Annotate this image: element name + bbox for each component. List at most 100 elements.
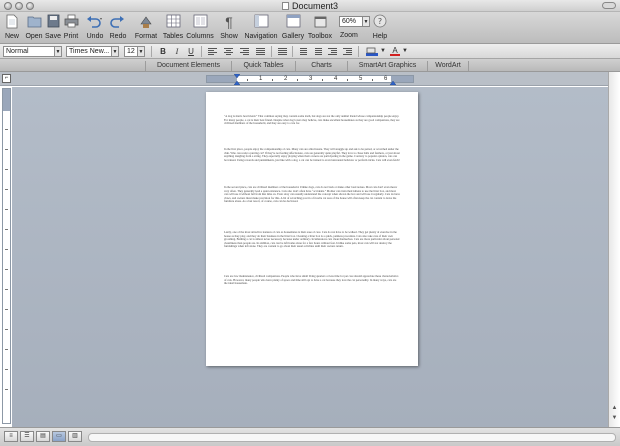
document-paragraph[interactable]: In the second place, cats are civilized … (224, 186, 400, 226)
ruler-tick (272, 79, 273, 81)
zoom-dropdown-arrow[interactable]: ▼ (363, 16, 370, 27)
font-select[interactable]: Times New... (66, 46, 112, 57)
undo-button[interactable]: Undo (84, 14, 106, 42)
printer-icon (62, 14, 80, 31)
justify-button[interactable] (256, 48, 265, 55)
toolbox-button[interactable]: Toolbox (306, 14, 334, 42)
bulleted-list-button[interactable] (298, 48, 307, 55)
print-button[interactable]: Print (62, 14, 80, 42)
toolbox-icon (306, 14, 334, 31)
separator (151, 46, 152, 57)
horizontal-scrollbar[interactable] (88, 433, 616, 442)
tables-button[interactable]: Tables (162, 14, 184, 42)
borders-button[interactable] (366, 47, 378, 56)
pilcrow-icon: ¶ (225, 14, 233, 30)
tab-smartart-graphics[interactable]: SmartArt Graphics (347, 61, 427, 71)
navigation-button[interactable]: Navigation (243, 14, 279, 42)
style-dropdown-arrow[interactable]: ▼ (55, 46, 62, 57)
gallery-label: Gallery (281, 33, 305, 40)
ruler-tick (297, 79, 298, 81)
help-button[interactable]: ? Help (371, 14, 389, 42)
bold-button[interactable]: B (158, 47, 168, 56)
ruler-number: 4 (334, 76, 338, 82)
left-margin-shade (207, 76, 237, 82)
numbered-list-button[interactable] (313, 48, 322, 55)
scroll-up-arrow[interactable]: ▲ (610, 404, 619, 413)
redo-label: Redo (109, 33, 127, 40)
notebook-view-button[interactable]: ▥ (68, 431, 82, 442)
style-select[interactable]: Normal (3, 46, 55, 57)
new-button[interactable]: New (3, 14, 21, 42)
open-button[interactable]: Open (25, 14, 43, 42)
ruler-tick (247, 79, 248, 81)
save-button[interactable]: Save (44, 14, 62, 42)
redo-button[interactable]: Redo (107, 14, 129, 42)
tab-charts[interactable]: Charts (295, 61, 347, 71)
show-button[interactable]: ¶ Show (219, 14, 239, 42)
borders-dropdown-arrow[interactable]: ▼ (378, 47, 388, 56)
draft-view-button[interactable]: ≡ (4, 431, 18, 442)
document-page[interactable]: “A dog is man's best friend.” That commo… (206, 92, 418, 366)
tab-quick-tables[interactable]: Quick Tables (231, 61, 295, 71)
font-color-button[interactable]: A (390, 47, 400, 56)
outline-view-button[interactable]: ☰ (20, 431, 34, 442)
ruler-tick (347, 79, 348, 81)
font-size-select[interactable]: 12 (124, 46, 138, 57)
align-left-button[interactable] (208, 48, 217, 55)
window-title-wrap: Document3 (0, 0, 620, 12)
formatting-toolbar: Normal ▼ Times New... ▼ 12 ▼ B I U ▼ A ▼ (0, 44, 620, 59)
top-margin-shade (3, 89, 10, 111)
decrease-indent-button[interactable] (328, 48, 337, 55)
gallery-button[interactable]: Gallery (281, 14, 305, 42)
font-size-dropdown-arrow[interactable]: ▼ (138, 46, 145, 57)
align-right-button[interactable] (240, 48, 249, 55)
separator (201, 46, 202, 57)
ruler-number: 1 (259, 76, 263, 82)
right-indent-marker[interactable] (390, 74, 396, 85)
format-button[interactable]: Format (133, 14, 159, 42)
left-indent-marker[interactable] (234, 74, 240, 85)
horizontal-ruler[interactable]: 1 2 3 4 5 6 (206, 74, 414, 85)
toolbar-toggle-button[interactable] (602, 2, 616, 9)
zoom-field[interactable]: 60% (339, 16, 363, 27)
columns-button[interactable]: Columns (186, 14, 214, 42)
new-document-icon (3, 14, 21, 31)
vertical-scrollbar[interactable]: ▲ ▼ (608, 72, 620, 427)
ruler-tick (322, 79, 323, 81)
font-color-dropdown-arrow[interactable]: ▼ (400, 47, 410, 56)
scroll-down-arrow[interactable]: ▼ (610, 414, 619, 423)
ruler-tick (5, 349, 8, 350)
separator (271, 46, 272, 57)
print-layout-view-button[interactable]: ▭ (52, 431, 66, 442)
toolbox-label: Toolbox (307, 33, 333, 40)
zoom-label: Zoom (340, 32, 358, 39)
italic-button[interactable]: I (172, 47, 182, 56)
redo-arrow-icon (107, 14, 129, 31)
standard-toolbar: New Open Save Print Undo Redo Format Tab… (0, 12, 620, 44)
columns-label: Columns (186, 33, 214, 40)
tab-wordart[interactable]: WordArt (427, 61, 469, 71)
increase-indent-button[interactable] (343, 48, 352, 55)
ruler-tick (5, 129, 8, 130)
help-icon: ? (371, 14, 389, 31)
line-spacing-button[interactable] (278, 48, 287, 55)
document-paragraph[interactable]: Lastly, one of the most attractive featu… (224, 231, 400, 271)
ruler-tick (5, 329, 8, 330)
underline-button[interactable]: U (186, 47, 196, 56)
document-paragraph[interactable]: Cats are low maintenance, civilized comp… (224, 275, 400, 294)
font-dropdown-arrow[interactable]: ▼ (112, 46, 119, 57)
document-paragraph[interactable]: “A dog is man's best friend.” That commo… (224, 115, 400, 144)
vertical-ruler[interactable] (2, 88, 11, 424)
ruler-tick (5, 389, 8, 390)
tab-document-elements[interactable]: Document Elements (145, 61, 231, 71)
tables-label: Tables (162, 33, 184, 40)
status-bar: ≡ ☰ ▤ ▭ ▥ (0, 427, 620, 446)
document-icon (281, 2, 289, 10)
navigation-label: Navigation (244, 33, 278, 40)
publishing-view-button[interactable]: ▤ (36, 431, 50, 442)
highlight-icon (366, 47, 376, 54)
ruler-tick (5, 209, 8, 210)
align-center-button[interactable] (224, 48, 233, 55)
tab-stop-selector[interactable]: ⌐ (2, 74, 11, 83)
document-paragraph[interactable]: In the first place, people enjoy the com… (224, 148, 400, 181)
